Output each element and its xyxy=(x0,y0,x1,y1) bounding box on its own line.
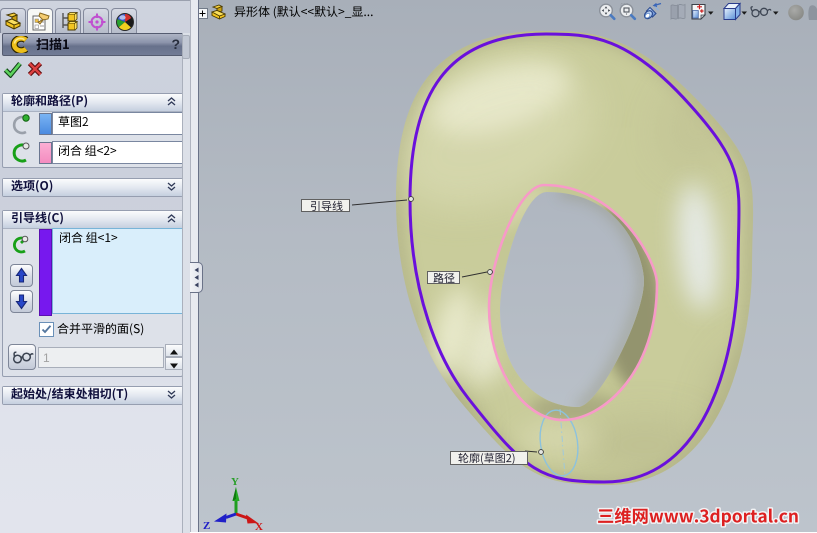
svg-text:Z: Z xyxy=(203,520,210,532)
svg-text:Y: Y xyxy=(231,476,239,488)
svg-text:X: X xyxy=(255,521,263,532)
